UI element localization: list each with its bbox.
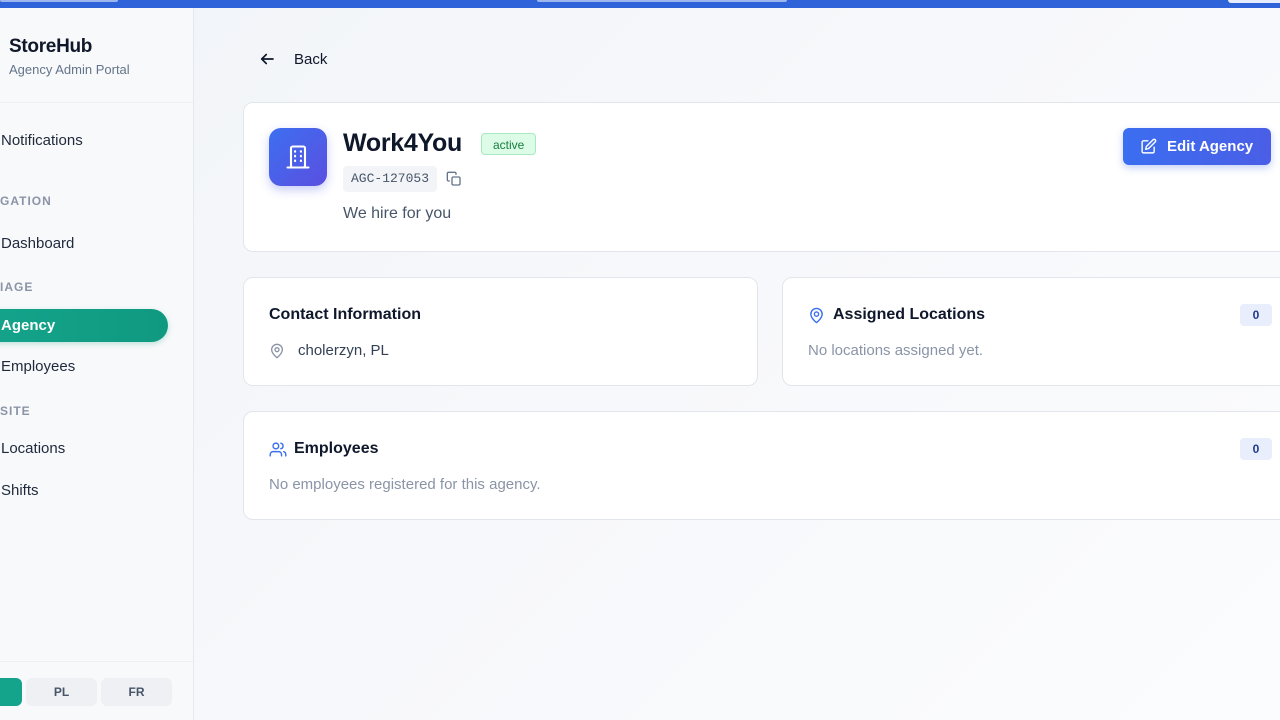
copy-code-button[interactable] — [446, 171, 464, 189]
language-button-active[interactable] — [0, 678, 22, 706]
employees-empty-text: No employees registered for this agency. — [269, 476, 541, 493]
section-label-site: SITE — [0, 404, 31, 418]
brand-title: StoreHub — [9, 36, 93, 57]
copy-icon — [446, 171, 461, 186]
language-button-fr[interactable]: FR — [101, 678, 172, 706]
brand-subtitle: Agency Admin Portal — [9, 62, 130, 77]
assigned-locations-title: Assigned Locations — [833, 306, 986, 323]
agency-code: AGC-127053 — [343, 166, 438, 192]
sidebar-bottom-divider — [0, 661, 193, 662]
top-bar-address-indicator — [537, 0, 787, 2]
top-bar-right-indicator — [1228, 0, 1280, 3]
sidebar-item-dashboard[interactable]: Dashboard — [1, 235, 74, 252]
browser-top-bar — [0, 0, 1280, 8]
assigned-locations-card: Assigned Locations 0 No locations assign… — [782, 277, 1280, 386]
edit-agency-button[interactable]: Edit Agency — [1123, 128, 1271, 165]
agency-name: Work4You — [343, 129, 462, 157]
locations-empty-text: No locations assigned yet. — [808, 342, 984, 359]
edit-agency-label: Edit Agency — [1167, 138, 1254, 155]
status-badge: active — [481, 133, 537, 155]
map-pin-icon — [810, 307, 823, 324]
section-label-navigation: GATION — [0, 194, 52, 208]
back-label: Back — [294, 50, 328, 68]
sidebar-item-agency-label: Agency — [1, 317, 56, 334]
contact-information-title: Contact Information — [269, 306, 421, 323]
employees-card: Employees 0 No employees registered for … — [243, 411, 1280, 520]
edit-icon — [1141, 138, 1157, 154]
employees-count-badge: 0 — [1240, 438, 1272, 460]
employees-title: Employees — [294, 440, 379, 457]
section-label-manage: IAGE — [0, 280, 34, 294]
contact-location: cholerzyn, PL — [298, 342, 389, 359]
contact-information-card: Contact Information cholerzyn, PL — [243, 277, 758, 386]
arrow-left-icon — [260, 53, 274, 65]
building-icon — [269, 128, 327, 186]
agency-header-card: Work4You active AGC-127053 We hire for y… — [243, 102, 1280, 252]
sidebar-item-locations[interactable]: Locations — [1, 440, 65, 457]
back-button[interactable]: Back — [258, 46, 327, 72]
map-pin-icon — [271, 343, 283, 358]
users-icon — [269, 442, 287, 457]
sidebar-item-notifications[interactable]: Notifications — [1, 132, 83, 149]
language-button-pl[interactable]: PL — [26, 678, 97, 706]
brand-divider — [0, 102, 193, 103]
sidebar-item-shifts[interactable]: Shifts — [1, 482, 39, 499]
top-bar-tab-indicator — [0, 0, 118, 2]
sidebar-item-employees[interactable]: Employees — [1, 358, 75, 375]
locations-count-badge: 0 — [1240, 304, 1272, 326]
sidebar: StoreHub Agency Admin Portal Notificatio… — [0, 8, 194, 720]
sidebar-item-agency[interactable]: Agency — [0, 309, 168, 342]
contact-location-line: cholerzyn, PL — [269, 342, 389, 359]
agency-description: We hire for you — [343, 205, 452, 222]
